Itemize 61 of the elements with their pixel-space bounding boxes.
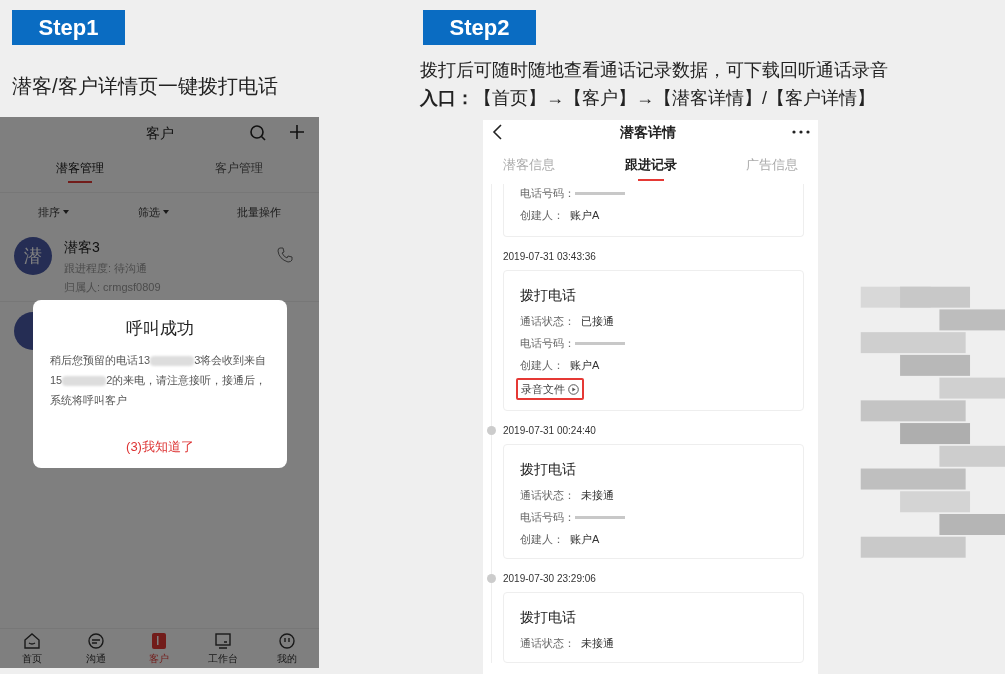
nav-tab[interactable]: 工作台 bbox=[191, 629, 256, 668]
redacted-value bbox=[575, 341, 625, 345]
phone-icon bbox=[277, 247, 293, 263]
field-value: 未接通 bbox=[581, 635, 614, 651]
redacted-value bbox=[575, 191, 625, 195]
step-caption: 潜客/客户详情页一键拨打电话 bbox=[12, 74, 279, 99]
timestamp: 2019-07-31 00:24:40 bbox=[503, 424, 596, 438]
timestamp: 2019-07-31 03:43:36 bbox=[503, 250, 596, 264]
chat-icon bbox=[86, 631, 105, 650]
face-icon bbox=[278, 631, 297, 650]
toolbar-button[interactable]: 筛选 bbox=[137, 203, 169, 221]
field-label: 创建人： bbox=[520, 531, 564, 547]
dialog-title: 呼叫成功 bbox=[126, 318, 194, 340]
field-label: 通话状态： bbox=[520, 313, 575, 329]
record-title: 拨打电话 bbox=[520, 286, 577, 305]
field-value: 账户A bbox=[570, 531, 600, 547]
dialog-button[interactable]: (3)我知道了 bbox=[126, 436, 194, 456]
field-value: 已接通 bbox=[581, 313, 614, 329]
toolbar-button[interactable]: 批量操作 bbox=[237, 203, 281, 221]
recording-link[interactable]: 录音文件 bbox=[516, 378, 584, 400]
avatar: 潜 bbox=[14, 237, 52, 275]
toolbar-button[interactable]: 排序 bbox=[38, 203, 69, 221]
play-icon bbox=[568, 383, 579, 395]
field-label: 通话状态： bbox=[520, 487, 575, 503]
tab[interactable]: 跟进记录 bbox=[624, 146, 677, 182]
step-caption: 拨打后可随时随地查看通话记录数据，可下载回听通话录音 bbox=[420, 59, 888, 82]
field-value: 账户A bbox=[570, 357, 600, 373]
record-title: 拨打电话 bbox=[520, 460, 577, 479]
home-icon bbox=[22, 631, 41, 650]
plus-icon bbox=[289, 124, 305, 140]
tab[interactable]: 广告信息 bbox=[746, 146, 798, 182]
customer-name: 潜客3 bbox=[64, 238, 101, 257]
field-label: 创建人： bbox=[520, 357, 564, 373]
tab[interactable]: 潜客信息 bbox=[503, 146, 555, 182]
field-label: 电话号码： bbox=[520, 509, 575, 525]
dialog-message: 稍后您预留的电话13 3将会收到来自15 2的来电，请注意接听，接通后，系统将呼叫客户 bbox=[50, 352, 268, 408]
field-label: 电话号码： bbox=[520, 335, 575, 351]
search-icon bbox=[249, 124, 267, 142]
nav-tab[interactable]: 沟通 bbox=[63, 629, 128, 668]
nav-tab[interactable]: 我的 bbox=[255, 629, 319, 668]
field-value: 未接通 bbox=[581, 487, 614, 503]
field-label: 通话状态： bbox=[520, 635, 575, 651]
timestamp: 2019-07-30 23:29:06 bbox=[503, 572, 596, 586]
nav-tab[interactable]: 首页 bbox=[0, 629, 64, 668]
monitor-icon bbox=[214, 631, 233, 650]
field-label: 电话号码： bbox=[520, 185, 575, 201]
more-icon bbox=[792, 130, 810, 134]
field-label: 创建人： bbox=[520, 207, 564, 223]
redacted-value bbox=[575, 515, 625, 519]
field-value: 账户A bbox=[570, 207, 600, 223]
step-entry-path: 入口：【首页】→【客户】→【潜客详情】/【客户详情】 bbox=[420, 87, 875, 110]
back-icon bbox=[491, 124, 503, 140]
tab[interactable]: 客户管理 bbox=[159, 149, 319, 192]
screen-title: 客户 bbox=[145, 123, 174, 143]
record-title: 拨打电话 bbox=[520, 608, 577, 627]
step-badge: Step1 bbox=[12, 10, 125, 45]
screen-title: 潜客详情 bbox=[619, 122, 676, 142]
nav-tab[interactable]: 客户 bbox=[127, 629, 192, 668]
step-badge: Step2 bbox=[423, 10, 536, 45]
tab[interactable]: 潜客管理 bbox=[0, 149, 160, 192]
card-icon bbox=[150, 631, 169, 650]
